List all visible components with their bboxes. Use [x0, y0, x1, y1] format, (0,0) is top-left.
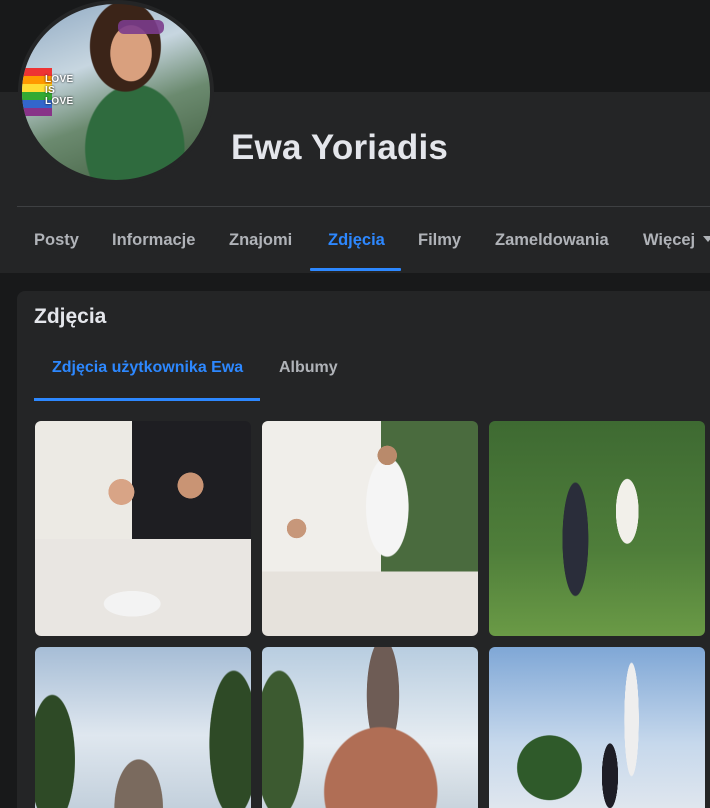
avatar-detail	[118, 20, 164, 34]
subtab-albums[interactable]: Albumy	[279, 340, 338, 398]
tab-posty[interactable]: Posty	[34, 207, 79, 273]
tab-filmy[interactable]: Filmy	[418, 207, 461, 273]
tab-zameldowania[interactable]: Zameldowania	[495, 207, 609, 273]
profile-avatar[interactable]: LOVE IS LOVE	[18, 0, 214, 184]
photo-tile[interactable]	[489, 421, 705, 636]
profile-tabs: Posty Informacje Znajomi Zdjęcia Filmy Z…	[17, 207, 710, 273]
tab-zdjecia[interactable]: Zdjęcia	[328, 207, 385, 273]
photos-title: Zdjęcia	[34, 305, 107, 328]
tab-wiecej[interactable]: Więcej	[643, 207, 710, 273]
tab-informacje[interactable]: Informacje	[112, 207, 195, 273]
active-subtab-indicator	[34, 398, 260, 401]
avatar-overlay-text: LOVE IS LOVE	[45, 74, 74, 107]
profile-name: Ewa Yoriadis	[231, 128, 449, 167]
subtab-user-photos[interactable]: Zdjęcia użytkownika Ewa	[52, 340, 243, 398]
photo-tile[interactable]	[35, 647, 251, 808]
tab-znajomi[interactable]: Znajomi	[229, 207, 292, 273]
photo-tile[interactable]	[262, 647, 478, 808]
caret-down-icon	[703, 235, 710, 242]
photo-tile[interactable]	[489, 647, 705, 808]
photo-tile[interactable]	[262, 421, 478, 636]
tab-wiecej-label: Więcej	[643, 231, 696, 249]
photo-tile[interactable]	[35, 421, 251, 636]
active-tab-indicator	[310, 268, 401, 271]
